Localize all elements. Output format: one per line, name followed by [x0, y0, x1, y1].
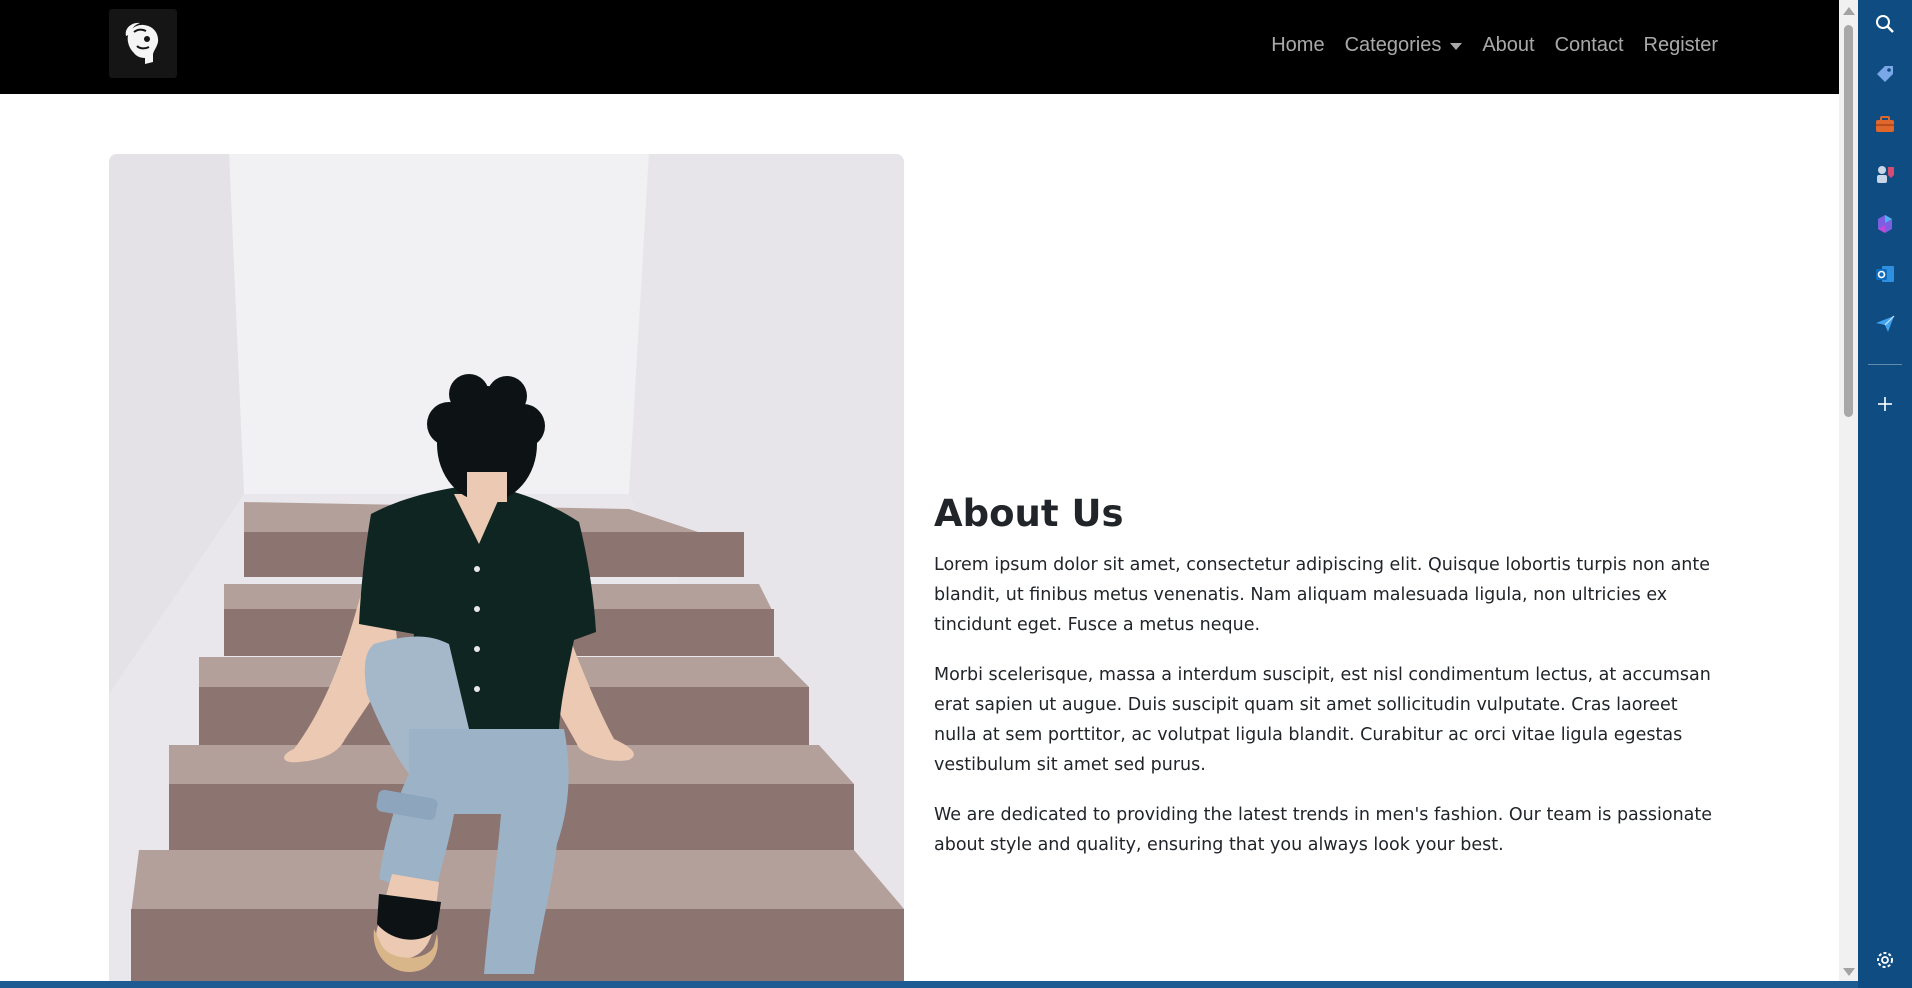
site-logo[interactable] [109, 9, 177, 78]
about-paragraph-2: Morbi scelerisque, massa a interdum susc… [934, 665, 1711, 775]
search-icon[interactable] [1872, 11, 1898, 37]
caret-down-icon [1450, 42, 1463, 50]
about-paragraph-1: Lorem ipsum dolor sit amet, consectetur … [934, 555, 1711, 635]
nav-about[interactable]: About [1482, 34, 1534, 57]
settings-icon[interactable] [1872, 947, 1898, 973]
outlook-icon[interactable] [1872, 261, 1898, 287]
window-bottom-edge [0, 981, 1858, 988]
tag-icon[interactable] [1872, 61, 1898, 87]
nav-categories-dropdown[interactable]: Categories [1345, 34, 1463, 57]
games-icon[interactable] [1872, 161, 1898, 187]
browser-side-panel [1858, 0, 1912, 988]
navbar: Home Categories About Contact Register [0, 0, 1839, 94]
nav-contact[interactable]: Contact [1555, 34, 1624, 57]
scroll-down-arrow-icon[interactable] [1843, 968, 1855, 976]
about-paragraph-3: We are dedicated to providing the latest… [934, 805, 1713, 855]
scrollbar-thumb[interactable] [1844, 25, 1853, 417]
logo-icon [125, 22, 159, 64]
nav-register[interactable]: Register [1644, 34, 1718, 57]
side-panel-divider [1868, 364, 1902, 365]
nav-links: Home Categories About Contact Register [1251, 0, 1718, 90]
send-icon[interactable] [1872, 311, 1898, 337]
about-illustration [109, 154, 904, 981]
scroll-up-arrow-icon[interactable] [1843, 7, 1855, 15]
page-viewport: Home Categories About Contact Register A… [0, 0, 1839, 981]
page-scrollbar[interactable] [1839, 0, 1858, 981]
add-icon[interactable] [1872, 391, 1898, 417]
copilot-icon[interactable] [1872, 211, 1898, 237]
nav-home[interactable]: Home [1271, 34, 1324, 57]
about-heading: About Us [934, 492, 1124, 535]
briefcase-icon[interactable] [1872, 111, 1898, 137]
about-section: About Us Lorem ipsum dolor sit amet, con… [934, 490, 1724, 880]
